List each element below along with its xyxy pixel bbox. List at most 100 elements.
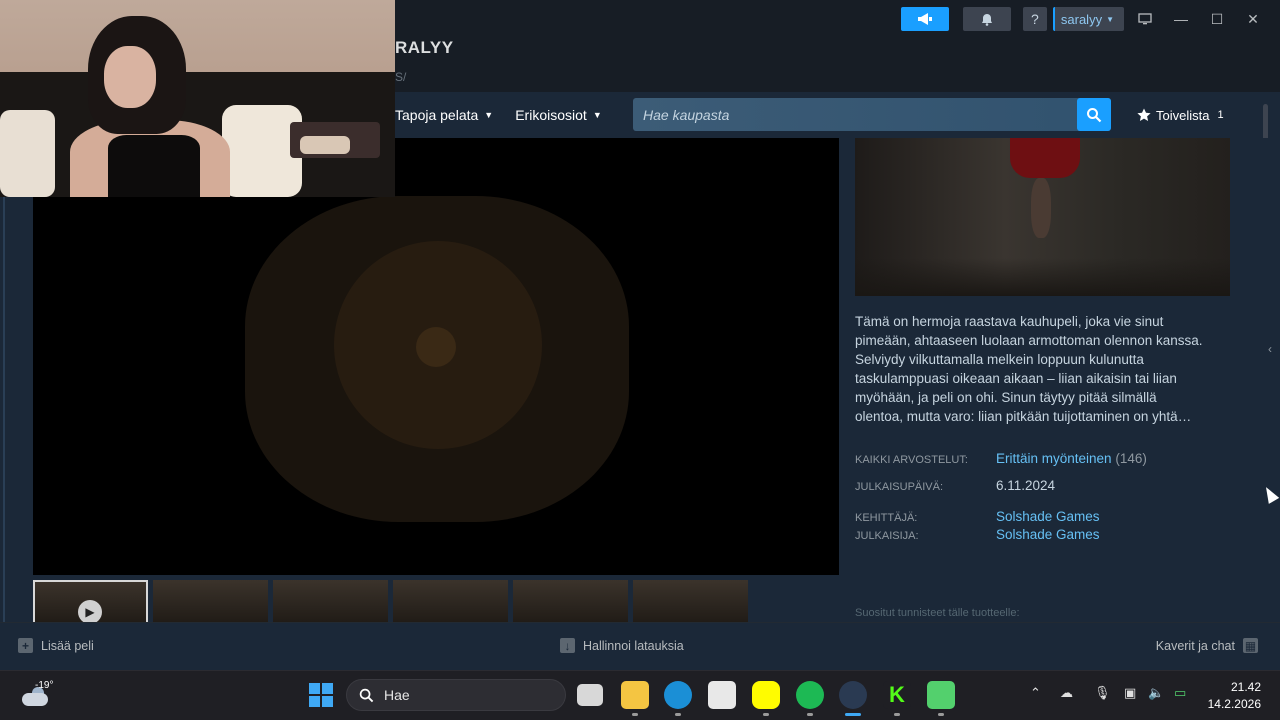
help-icon: ? xyxy=(1030,11,1039,27)
date: 14.2.2026 xyxy=(1207,697,1261,711)
minimize-button[interactable]: — xyxy=(1166,7,1196,31)
spotify-icon[interactable] xyxy=(796,681,824,709)
notifications-button[interactable] xyxy=(962,7,1011,31)
time: 21.42 xyxy=(1230,680,1261,694)
nav-label: Erikoisosiot xyxy=(515,107,587,123)
wishlist-button[interactable]: Toivelista 1 xyxy=(1137,97,1224,133)
windows-logo-icon xyxy=(309,696,320,707)
reviews-value: Erittäin myönteinen xyxy=(996,451,1112,466)
game-description: Tämä on hermoja raastava kauhupeli, joka… xyxy=(855,314,1203,424)
running-indicator xyxy=(763,713,769,716)
publisher-label: JULKAISIJA: xyxy=(855,530,919,542)
cloud-icon xyxy=(22,693,48,706)
thumbnail-screenshot[interactable] xyxy=(273,580,388,622)
big-picture-button[interactable] xyxy=(1130,7,1160,31)
running-indicator xyxy=(894,713,900,716)
thumbnail-screenshot[interactable] xyxy=(393,580,508,622)
monitor-icon xyxy=(1138,13,1152,25)
edge-icon[interactable] xyxy=(664,681,692,709)
webcam-person-face xyxy=(104,46,156,108)
chevron-left-icon[interactable]: ‹ xyxy=(1268,342,1272,356)
search-input[interactable] xyxy=(633,98,1077,131)
close-icon: ✕ xyxy=(1247,10,1259,27)
taskbar-search-input[interactable] xyxy=(384,687,554,703)
volume-icon[interactable]: 🔈 xyxy=(1148,685,1164,701)
wishlist-count: 1 xyxy=(1217,109,1224,121)
download-icon: ↓ xyxy=(560,638,575,653)
running-indicator xyxy=(675,713,681,716)
developer-label: KEHITTÄJÄ: xyxy=(855,512,918,524)
minimize-icon: — xyxy=(1174,11,1188,27)
kick-icon[interactable]: K xyxy=(883,681,911,709)
search-button[interactable] xyxy=(1077,98,1111,131)
file-explorer-icon[interactable] xyxy=(621,681,649,709)
publisher-link[interactable]: Solshade Games xyxy=(996,527,1100,542)
downloads-label: Hallinnoi latauksia xyxy=(583,638,684,653)
header-image-shade xyxy=(855,258,1230,296)
windows-logo-icon xyxy=(322,683,333,694)
nav-specials[interactable]: Erikoisosiot ▼ xyxy=(515,107,602,123)
store-icon[interactable] xyxy=(708,681,736,709)
thumbnail-video[interactable]: ▶ xyxy=(33,580,148,622)
clock[interactable]: 21.42 14.2.2026 xyxy=(1208,679,1261,713)
developer-link[interactable]: Solshade Games xyxy=(996,509,1100,524)
network-icon[interactable]: ▣ xyxy=(1124,685,1136,701)
task-view-icon[interactable] xyxy=(577,684,603,706)
game-title: RALYY xyxy=(395,38,454,57)
steam-bottom-bar: + Lisää peli ↓ Hallinnoi latauksia Kaver… xyxy=(0,622,1280,670)
manage-downloads-button[interactable]: ↓ Hallinnoi latauksia xyxy=(560,638,684,653)
store-nav: Tapoja pelata ▼ Erikoisosiot ▼ Toivelist… xyxy=(395,97,1240,133)
maximize-button[interactable]: ☐ xyxy=(1202,7,1232,31)
taskbar-search[interactable] xyxy=(346,679,566,711)
plus-icon: + xyxy=(18,638,33,653)
start-button[interactable] xyxy=(309,683,333,707)
webcam-object xyxy=(300,136,350,154)
cloud-sync-icon[interactable]: ☁ xyxy=(1060,685,1073,701)
megaphone-icon xyxy=(917,13,932,25)
snapchat-icon[interactable] xyxy=(752,681,780,709)
streaming-app-icon[interactable] xyxy=(927,681,955,709)
store-page-content: ▶ Tämä on hermoja raastava kauhupeli, jo… xyxy=(0,138,1280,622)
weather-widget[interactable]: -19° xyxy=(20,679,56,713)
reviews-summary[interactable]: Erittäin myönteinen (146) xyxy=(996,451,1147,466)
play-icon: ▶ xyxy=(78,600,102,622)
friends-chat-button[interactable]: Kaverit ja chat ▦ xyxy=(1156,638,1258,653)
media-thumbnails: ▶ xyxy=(33,580,748,622)
search-icon xyxy=(359,688,374,702)
chevron-up-icon[interactable]: ⌃ xyxy=(1030,685,1041,701)
screen: RALYY S/ ? saralyy ▼ — ☐ ✕ Tapoja pelata… xyxy=(0,0,1280,720)
help-button[interactable]: ? xyxy=(1022,7,1047,31)
thumbnail-screenshot[interactable] xyxy=(153,580,268,622)
battery-icon[interactable]: ▭ xyxy=(1174,685,1186,701)
add-game-button[interactable]: + Lisää peli xyxy=(18,638,94,653)
friends-label: Kaverit ja chat xyxy=(1155,638,1235,653)
chevron-down-icon: ▼ xyxy=(592,110,602,120)
header-image-detail xyxy=(1031,178,1051,238)
thumbnail-screenshot[interactable] xyxy=(513,580,628,622)
add-game-label: Lisää peli xyxy=(41,638,94,653)
breadcrumb: S/ xyxy=(395,70,407,84)
username: saralyy xyxy=(1060,11,1103,27)
nav-ways-to-play[interactable]: Tapoja pelata ▼ xyxy=(395,107,493,123)
reviews-label: KAIKKI ARVOSTELUT: xyxy=(855,454,968,466)
close-button[interactable]: ✕ xyxy=(1238,7,1268,31)
microphone-icon[interactable]: 🎙 xyxy=(1094,685,1111,701)
running-indicator xyxy=(938,713,944,716)
webcam-person-shirt xyxy=(108,135,200,197)
wishlist-label: Toivelista xyxy=(1156,107,1210,123)
webcam-overlay xyxy=(0,0,395,197)
announcements-button[interactable] xyxy=(900,7,949,31)
maximize-icon: ☐ xyxy=(1210,10,1224,27)
windows-logo-icon xyxy=(322,696,333,707)
chevron-down-icon: ▼ xyxy=(484,110,494,120)
window-controls: ? saralyy ▼ — ☐ ✕ xyxy=(900,6,1268,32)
thumbnail-screenshot[interactable] xyxy=(633,580,748,622)
star-icon xyxy=(1137,108,1151,121)
user-menu-button[interactable]: saralyy ▼ xyxy=(1052,7,1124,31)
divider xyxy=(3,138,5,622)
running-indicator xyxy=(807,713,813,716)
search-icon xyxy=(1087,107,1102,122)
steam-icon[interactable] xyxy=(839,681,867,709)
trailer-video[interactable] xyxy=(33,138,839,575)
running-indicator xyxy=(632,713,638,716)
